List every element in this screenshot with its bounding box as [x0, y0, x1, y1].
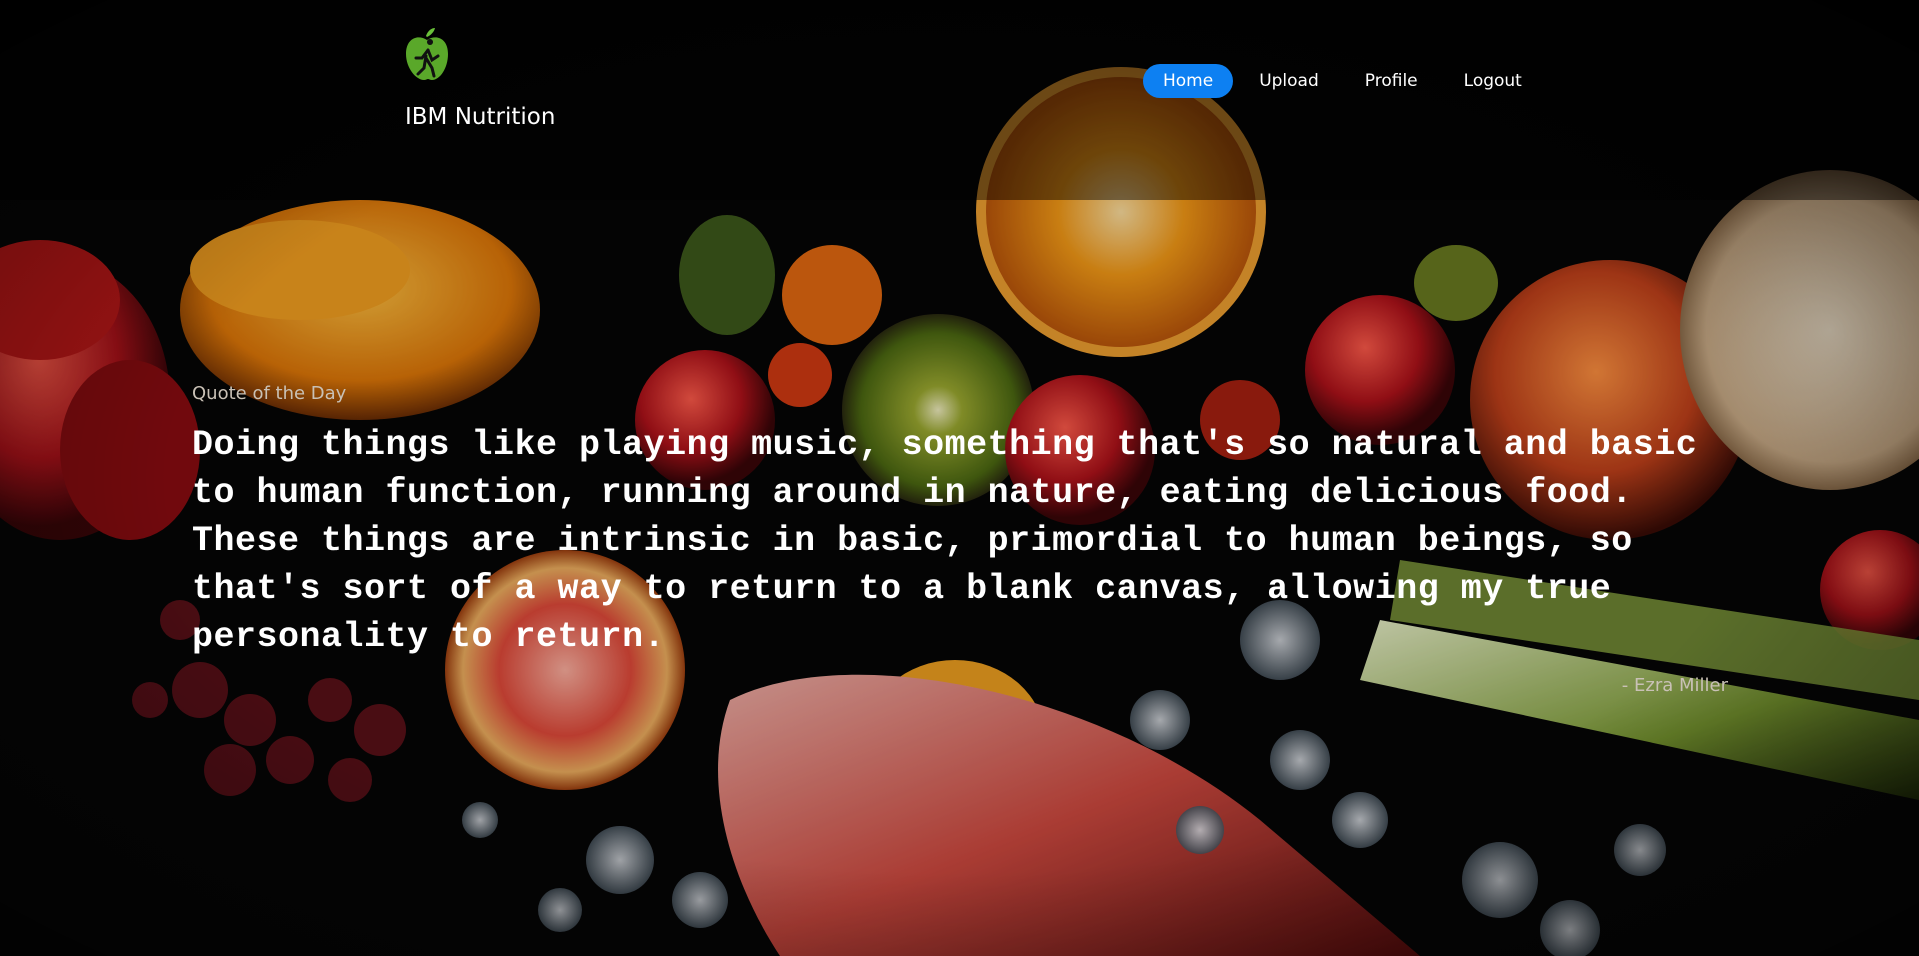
site-header: IBM Nutrition Home Upload Profile Logout [0, 0, 1919, 140]
nav-profile[interactable]: Profile [1345, 64, 1438, 98]
nav-logout[interactable]: Logout [1444, 64, 1542, 98]
quote-author: - Ezra Miller [1621, 675, 1728, 696]
quote-label: Quote of the Day [192, 383, 347, 404]
apple-runner-logo-icon[interactable] [404, 28, 450, 82]
quote-of-the-day: Quote of the Day Doing things like playi… [192, 383, 1732, 696]
nav-home[interactable]: Home [1143, 64, 1234, 98]
app-name: IBM Nutrition [405, 104, 556, 130]
nav-upload[interactable]: Upload [1239, 64, 1339, 98]
brand[interactable]: IBM Nutrition [404, 28, 604, 130]
main-nav: Home Upload Profile Logout [1143, 64, 1542, 98]
quote-text: Doing things like playing music, somethi… [192, 425, 1698, 657]
